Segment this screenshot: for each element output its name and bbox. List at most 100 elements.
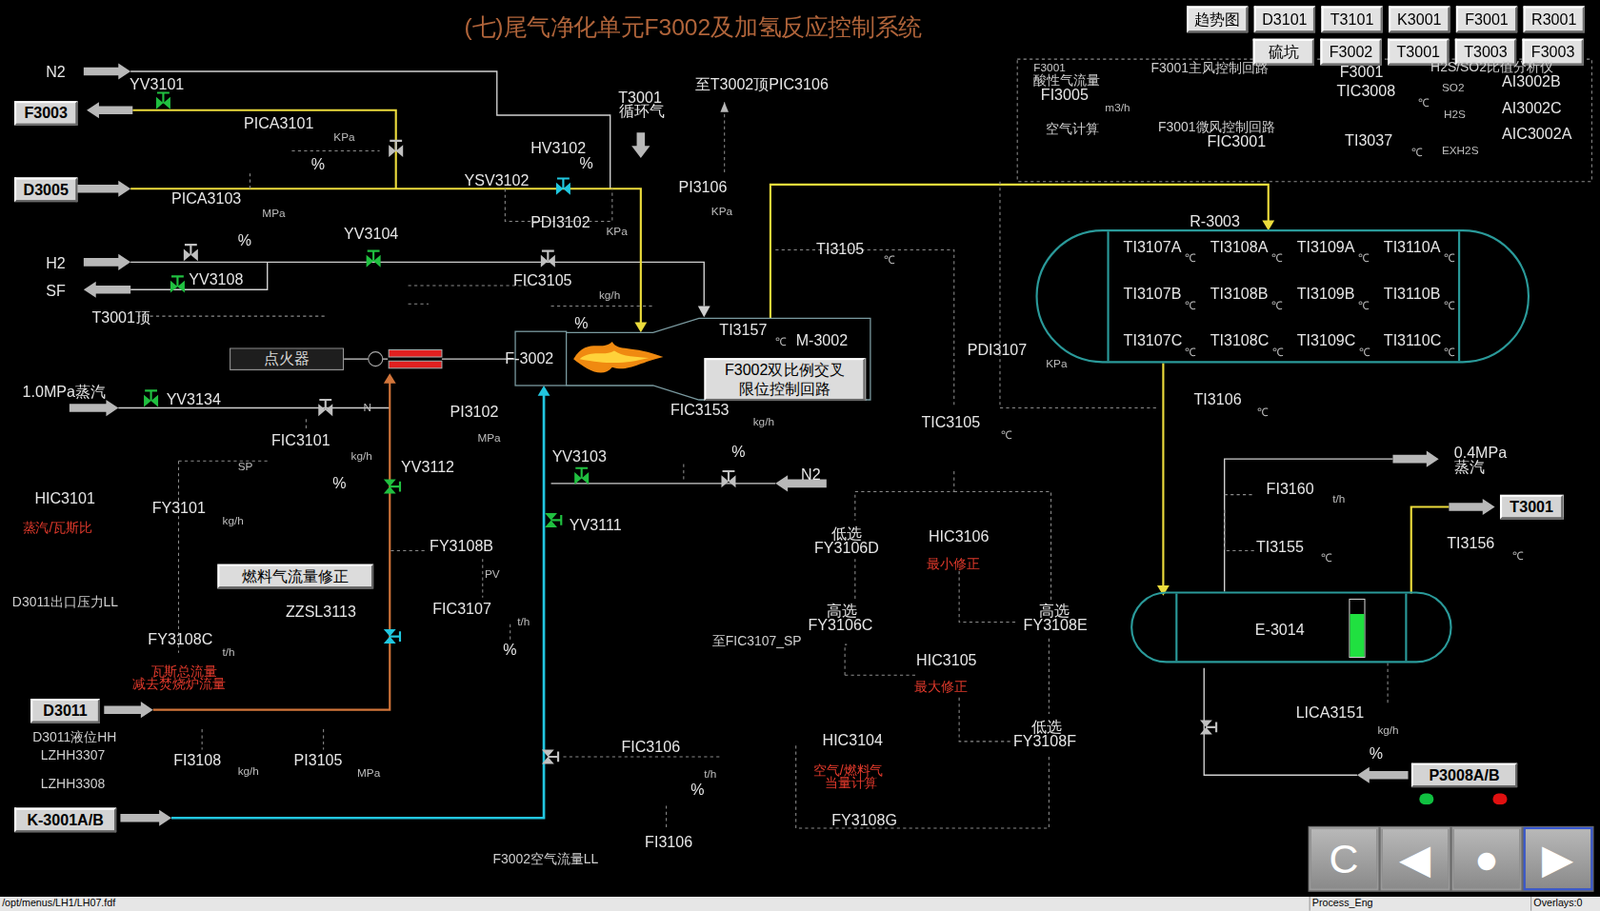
valve-icon[interactable]	[544, 513, 561, 528]
arrow-head	[634, 322, 647, 334]
temp-tag: TI3107C	[1123, 332, 1183, 348]
yellow-pipes	[130, 110, 1449, 595]
nav-button[interactable]: F3002	[1320, 39, 1381, 66]
unit-label: ℃	[1418, 98, 1430, 110]
valve-actuator	[575, 468, 588, 480]
control-button[interactable]: C	[1309, 827, 1380, 891]
tag-label: TI3157	[719, 322, 767, 339]
tag-label: FIC3101	[271, 432, 331, 448]
tag-label: T3001顶	[91, 309, 151, 325]
valve-icon[interactable]	[156, 92, 171, 109]
valve-icon[interactable]	[143, 390, 159, 407]
valve-icon[interactable]	[383, 629, 400, 644]
valve-icon[interactable]	[388, 140, 403, 158]
tag-label: YV3134	[166, 391, 221, 407]
signal-line	[305, 416, 307, 429]
note-label: 当量计算	[824, 776, 879, 790]
stream-box[interactable]: K-3001A/B	[14, 808, 117, 834]
stream-box[interactable]: D3011	[30, 699, 100, 724]
temp-unit: ℃	[1184, 300, 1197, 312]
arrow-head	[383, 373, 397, 384]
valve-icon[interactable]	[720, 471, 736, 488]
unit-label: ℃	[1512, 551, 1524, 563]
tag-label: PDI3102	[530, 214, 591, 230]
panel-box[interactable]: F3002双比例交叉限位控制回路	[703, 358, 865, 401]
valve-icon[interactable]	[383, 480, 400, 495]
temp-unit: ℃	[1271, 300, 1283, 312]
valve-icon[interactable]	[366, 251, 381, 268]
igniter-bar	[388, 349, 442, 357]
valve-icon[interactable]	[556, 178, 571, 195]
signal-line	[959, 571, 1019, 623]
temp-unit: ℃	[1272, 346, 1284, 359]
stream-box[interactable]: D3005	[14, 177, 78, 202]
reactor-temp: TI3110A℃	[1383, 239, 1471, 286]
nav-button[interactable]: T3101	[1320, 5, 1382, 33]
valve-actuator	[184, 244, 198, 256]
pipe	[1224, 459, 1394, 592]
note-label: 最大修正	[914, 680, 968, 695]
nav-button[interactable]: D3101	[1254, 5, 1316, 33]
tag-label: FI3160	[1266, 480, 1315, 497]
valve-icon[interactable]	[540, 251, 556, 268]
exchanger-shell	[1175, 594, 1407, 662]
nav-button[interactable]: F3001	[1456, 5, 1518, 33]
stream-box[interactable]: F3003	[14, 100, 78, 126]
control-button[interactable]: ▶	[1523, 827, 1594, 891]
air-pipe	[171, 391, 544, 819]
tag-label: TI3155	[1256, 539, 1304, 555]
stream-box[interactable]: P3008A/B	[1411, 762, 1518, 788]
valve-actuator	[1205, 722, 1217, 734]
tag-label: TI3105	[816, 240, 864, 257]
panel-box[interactable]: 点火器	[229, 347, 344, 371]
small-label: 至FIC3107_SP	[712, 634, 802, 648]
tiny-label: F3001	[1033, 61, 1065, 74]
temp-tag: TI3109A	[1297, 239, 1356, 255]
tag-label: %	[690, 781, 704, 798]
tag-label: PICA3101	[243, 115, 314, 131]
igniter-ring	[368, 352, 383, 367]
pipe	[132, 110, 396, 189]
reactor-temp: TI3107C℃	[1123, 332, 1211, 380]
stream-arrows	[69, 62, 1496, 826]
signal-line	[291, 150, 380, 152]
note-label: 最小修正	[926, 557, 980, 571]
valve-icon[interactable]	[541, 749, 559, 764]
valve-icon[interactable]	[183, 244, 199, 261]
small-label: F3001微风控制回路	[1158, 120, 1276, 134]
stream-arrow-icon	[69, 400, 119, 417]
tag-label: HIC3101	[34, 490, 95, 506]
reactor-temp: TI3109B℃	[1297, 285, 1384, 333]
signal-line	[1017, 59, 1592, 182]
unit-label: kg/h	[1377, 725, 1399, 738]
page-controls: C◀●▶	[1308, 826, 1595, 893]
unit-label: MPa	[477, 432, 500, 444]
tag-label: M-3002	[796, 332, 848, 348]
stream-box[interactable]: T3001	[1500, 495, 1563, 520]
control-button[interactable]: ●	[1452, 827, 1522, 891]
unit-label: N	[362, 401, 372, 414]
valve-icon[interactable]	[170, 276, 185, 293]
tag-label: TIC3008	[1337, 82, 1397, 99]
valve-icon[interactable]	[574, 468, 589, 485]
unit-label: t/h	[703, 769, 717, 781]
tag-label: H2	[45, 255, 66, 271]
control-button[interactable]: ◀	[1380, 827, 1451, 891]
panel-box[interactable]: 燃料气流量修正	[217, 563, 374, 589]
pipe	[1411, 506, 1450, 594]
tag-label: %	[731, 443, 745, 460]
note-label: 空气/燃料气	[813, 763, 884, 778]
signal-line	[1048, 639, 1050, 715]
tag-label: %	[332, 475, 346, 491]
valve-icon[interactable]	[318, 400, 333, 417]
nav-button[interactable]: 趋势图	[1186, 5, 1248, 33]
signal-line	[665, 805, 667, 829]
small-label: H2S/SO2比值分析仪	[1430, 60, 1553, 74]
tag-label: YV3103	[552, 448, 607, 464]
unit-label: MPa	[357, 768, 380, 780]
valve-icon[interactable]	[1200, 720, 1217, 735]
valve-actuator	[547, 752, 559, 763]
note-label: 减去焚烧炉流量	[132, 677, 225, 691]
nav-button[interactable]: R3001	[1523, 5, 1585, 33]
nav-button[interactable]: K3001	[1388, 5, 1450, 33]
